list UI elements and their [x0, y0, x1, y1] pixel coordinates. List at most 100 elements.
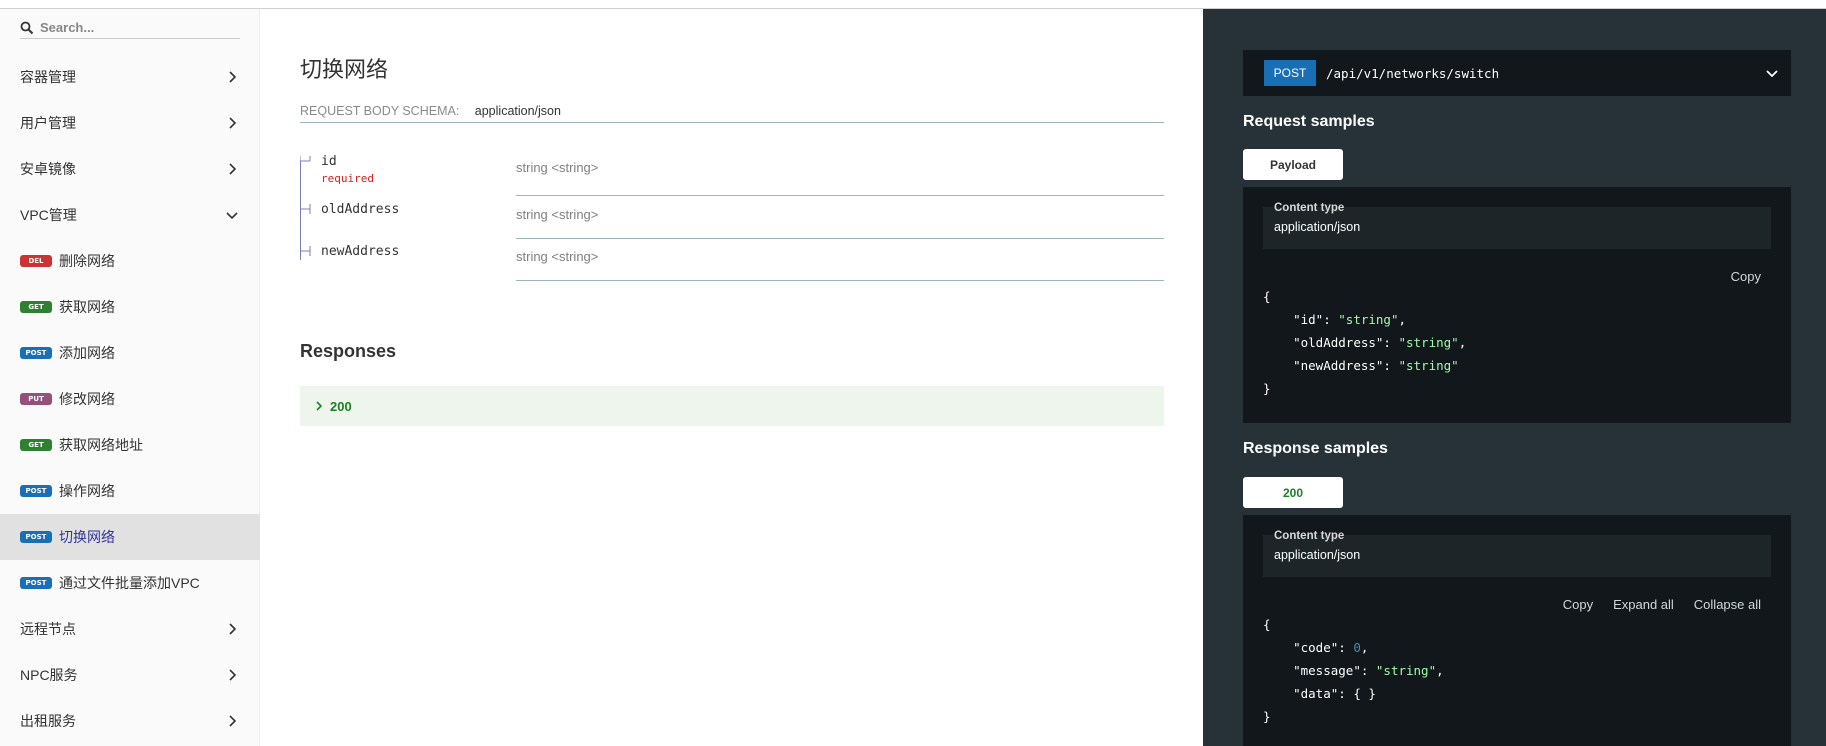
code-comma: , [1398, 312, 1407, 327]
response-code-sample: { "code": 0, "message": "string", "data"… [1263, 617, 1444, 724]
code-brace: } [1263, 381, 1271, 396]
code-comma: , [1458, 335, 1467, 350]
code-key: "id" [1293, 312, 1324, 327]
param-new-address: newAddress string <string> [300, 241, 1164, 281]
samples-panel: POST /api/v1/networks/switch Request sam… [1203, 9, 1826, 746]
sidebar-item-remote-node[interactable]: 远程节点 [0, 606, 260, 652]
sidebar-item-label: NPC服务 [20, 667, 78, 683]
method-badge-post: POST [20, 347, 52, 359]
param-name: oldAddress [321, 202, 400, 217]
param-divider [516, 280, 1164, 281]
param-type: string <string> [516, 249, 599, 264]
tab-response-200[interactable]: 200 [1243, 477, 1343, 508]
sidebar-item-operate-network[interactable]: POST 操作网络 [0, 468, 260, 514]
code-key: "message" [1293, 663, 1361, 678]
endpoint-method: POST [1264, 60, 1316, 86]
param-divider [516, 195, 1164, 196]
method-badge-post: POST [20, 577, 52, 589]
sidebar-item-label: 切换网络 [59, 529, 115, 545]
code-value: 0 [1353, 640, 1361, 655]
sidebar-item-delete-network[interactable]: DEL 删除网络 [0, 238, 260, 284]
sidebar-item-rental-service[interactable]: 出租服务 [0, 698, 260, 744]
code-value: "string" [1398, 335, 1459, 350]
code-value: "string" [1398, 358, 1459, 373]
response-200-toggle[interactable]: 200 [300, 386, 1164, 426]
top-bar [0, 0, 1826, 9]
search-input[interactable] [40, 20, 230, 35]
code-key: "newAddress" [1293, 358, 1384, 373]
tree-branch-icon [300, 204, 311, 214]
param-name: newAddress [321, 244, 400, 259]
copy-button[interactable]: Copy [1731, 269, 1761, 284]
schema-label: REQUEST BODY SCHEMA: [300, 104, 460, 118]
param-old-address: oldAddress string <string> [300, 199, 1164, 239]
response-content-type[interactable]: Content type application/json [1263, 530, 1771, 577]
sidebar-item-android-image[interactable]: 安卓镜像 [0, 146, 260, 192]
chevron-right-icon [229, 71, 237, 83]
response-samples-title: Response samples [1243, 440, 1388, 457]
chevron-right-icon [229, 117, 237, 129]
page-title: 切换网络 [300, 57, 389, 82]
copy-button[interactable]: Copy [1563, 597, 1593, 612]
sidebar-item-label: 删除网络 [59, 253, 115, 269]
request-sample-box: Content type application/json Copy { "id… [1243, 187, 1791, 423]
sidebar-item-edit-network[interactable]: PUT 修改网络 [0, 376, 260, 422]
content-type-label: Content type [1274, 202, 1345, 214]
endpoint-bar[interactable]: POST /api/v1/networks/switch [1243, 50, 1791, 96]
search-box[interactable] [20, 17, 240, 39]
sidebar-item-get-network[interactable]: GET 获取网络 [0, 284, 260, 330]
sidebar-item-switch-network[interactable]: POST 切换网络 [0, 514, 260, 560]
sidebar-item-label: 添加网络 [59, 345, 115, 361]
sidebar-item-user-mgmt[interactable]: 用户管理 [0, 100, 260, 146]
tree-branch-icon [300, 245, 311, 256]
code-brace: { [1263, 289, 1271, 304]
chevron-right-icon [229, 163, 237, 175]
request-body-schema: REQUEST BODY SCHEMA: application/json [300, 104, 1164, 123]
request-content-type[interactable]: Content type application/json [1263, 202, 1771, 249]
chevron-right-icon [316, 401, 323, 411]
code-key: "data" [1293, 686, 1339, 701]
sidebar-item-batch-add-vpc[interactable]: POST 通过文件批量添加VPC [0, 560, 260, 606]
method-badge-post: POST [20, 531, 52, 543]
search-icon [20, 21, 34, 34]
param-type: string <string> [516, 207, 599, 222]
request-code-sample: { "id": "string", "oldAddress": "string"… [1263, 289, 1467, 396]
param-required: required [321, 172, 374, 185]
collapse-all-button[interactable]: Collapse all [1694, 597, 1761, 612]
sidebar-nav: 容器管理 用户管理 安卓镜像 VPC管理 DEL 删除网络 GET 获取网络 P… [0, 54, 260, 744]
content-type-value: application/json [1274, 220, 1361, 234]
response-actions: Copy Expand all Collapse all [1563, 597, 1761, 612]
param-divider [516, 238, 1164, 239]
main-content: 切换网络 REQUEST BODY SCHEMA: application/js… [261, 9, 1202, 746]
sidebar-item-label: 用户管理 [20, 115, 76, 131]
schema-content-type: application/json [474, 104, 561, 118]
sidebar-item-container-mgmt[interactable]: 容器管理 [0, 54, 260, 100]
sidebar-item-add-network[interactable]: POST 添加网络 [0, 330, 260, 376]
method-badge-get: GET [20, 439, 52, 451]
param-type: string <string> [516, 160, 599, 175]
chevron-right-icon [229, 623, 237, 635]
sidebar-item-label: 通过文件批量添加VPC [59, 575, 200, 591]
method-badge-put: PUT [20, 393, 52, 405]
tab-payload[interactable]: Payload [1243, 149, 1343, 180]
sidebar-item-npc-service[interactable]: NPC服务 [0, 652, 260, 698]
code-key: "oldAddress" [1293, 335, 1384, 350]
sidebar-item-label: VPC管理 [20, 207, 77, 223]
method-badge-post: POST [20, 485, 52, 497]
method-badge-get: GET [20, 301, 52, 313]
sidebar-item-label: 修改网络 [59, 391, 115, 407]
tree-branch-icon [300, 156, 311, 167]
sidebar-item-get-network-address[interactable]: GET 获取网络地址 [0, 422, 260, 468]
code-value: "string" [1375, 663, 1437, 678]
chevron-right-icon [229, 715, 237, 727]
sidebar-item-label: 容器管理 [20, 69, 76, 85]
responses-title: Responses [300, 341, 397, 361]
sidebar-item-vpc-mgmt[interactable]: VPC管理 [0, 192, 260, 238]
content-type-label: Content type [1274, 530, 1345, 542]
expand-all-button[interactable]: Expand all [1613, 597, 1674, 612]
code-brace: { [1263, 617, 1271, 632]
method-badge-del: DEL [20, 255, 52, 267]
param-name: id [321, 154, 337, 169]
chevron-right-icon [229, 669, 237, 681]
sidebar-item-label: 安卓镜像 [20, 161, 76, 177]
